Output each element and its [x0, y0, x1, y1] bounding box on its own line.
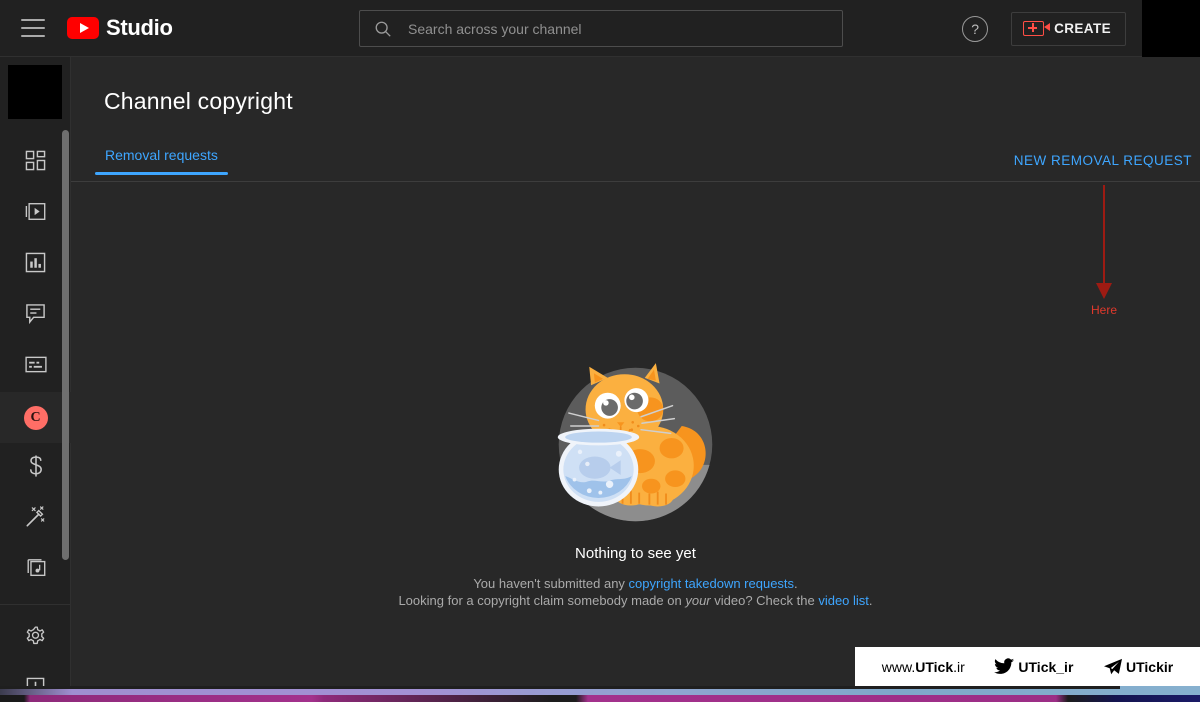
tab-label: Removal requests: [105, 147, 218, 163]
sidebar-item-customization[interactable]: [0, 494, 71, 545]
line2-prefix: Looking for a copyright claim somebody m…: [398, 593, 686, 608]
search-input[interactable]: [408, 20, 842, 37]
studio-brand[interactable]: Studio: [67, 15, 173, 41]
telegram-plane-icon: [1103, 658, 1123, 676]
sidebar-item-monetization[interactable]: [0, 443, 71, 494]
sidebar-item-content[interactable]: [0, 188, 71, 239]
copyright-c-icon: C: [23, 405, 48, 430]
bar-chart-icon: [25, 252, 46, 278]
video-list-link[interactable]: video list: [818, 593, 869, 608]
youtube-logo-icon: [67, 17, 99, 39]
taskbar-items-strip: [0, 695, 1200, 702]
annotation-arrow-head: [1096, 283, 1112, 299]
empty-state: Nothing to see yet You haven't submitted…: [71, 352, 1200, 609]
sidebar-item-dashboard[interactable]: [0, 137, 71, 188]
sidebar-item-copyright[interactable]: C: [0, 392, 71, 443]
play-square-icon: [25, 201, 47, 227]
sidebar-item-comments[interactable]: [0, 290, 71, 341]
empty-state-description: You haven't submitted any copyright take…: [398, 575, 872, 609]
sidebar-nav: C: [0, 137, 71, 702]
brand-name: Studio: [106, 15, 173, 40]
sidebar-item-settings[interactable]: [0, 613, 71, 664]
os-taskbar-strip: [0, 686, 1200, 702]
comment-bubble-icon: [25, 303, 46, 329]
annotation-arrow-line: [1103, 185, 1105, 285]
subtitles-icon: [24, 356, 47, 378]
top-bar-right-actions: ? CREATE: [962, 0, 1200, 58]
music-note-icon: [25, 557, 47, 584]
empty-state-line-2: Looking for a copyright claim somebody m…: [398, 592, 872, 609]
help-icon[interactable]: ?: [962, 15, 989, 42]
empty-state-line-1: You haven't submitted any copyright take…: [398, 575, 872, 592]
magic-wand-icon: [25, 506, 47, 533]
watermark-telegram: UTickir: [1103, 658, 1173, 676]
sidebar-item-subtitles[interactable]: [0, 341, 71, 392]
account-avatar[interactable]: [1142, 0, 1200, 58]
channel-avatar[interactable]: [8, 65, 62, 119]
annotation-label: Here: [1090, 303, 1117, 317]
twitter-bird-icon: [994, 657, 1015, 676]
cat-with-fishbowl-illustration: [557, 363, 713, 522]
sidebar-item-audio-library[interactable]: [0, 545, 71, 596]
hamburger-menu-icon[interactable]: [21, 19, 45, 37]
dashboard-grid-icon: [25, 150, 46, 176]
line2-emphasis: your: [685, 593, 711, 608]
tab-active-underline: [95, 172, 228, 175]
new-removal-request-button[interactable]: NEW REMOVAL REQUEST: [1006, 149, 1200, 172]
line2-mid: video? Check the: [710, 593, 819, 608]
sidebar-scrollbar-thumb[interactable]: [62, 130, 69, 560]
main-content: Channel copyright Removal requests NEW R…: [71, 57, 1200, 686]
tab-removal-requests[interactable]: Removal requests: [95, 147, 228, 175]
sidebar-divider: [0, 604, 71, 605]
watermark-site-prefix: www.: [881, 658, 916, 675]
watermark-bar: www. UTick .ir UTick_ir UTickir: [855, 647, 1200, 686]
gear-icon: [24, 625, 47, 653]
youtube-studio-window: Studio ? CREATE: [0, 0, 1200, 702]
line2-suffix: .: [868, 593, 873, 608]
sidebar: C: [0, 57, 71, 698]
watermark-telegram-handle: UTickir: [1125, 658, 1174, 675]
watermark-site-tld: .ir: [953, 658, 965, 675]
line1-prefix: You haven't submitted any: [473, 576, 629, 591]
dollar-sign-icon: [26, 454, 46, 483]
tabs-row: Removal requests NEW REMOVAL REQUEST: [71, 147, 1200, 182]
watermark-twitter-handle: UTick_ir: [1018, 658, 1074, 675]
watermark-twitter: UTick_ir: [994, 657, 1074, 676]
create-button-label: CREATE: [1054, 21, 1111, 36]
copyright-takedown-requests-link[interactable]: copyright takedown requests: [629, 576, 794, 591]
top-bar: Studio ? CREATE: [0, 0, 1200, 58]
watermark-site-name: UTick: [915, 658, 954, 675]
video-plus-icon: [1023, 21, 1051, 36]
empty-state-title: Nothing to see yet: [575, 545, 696, 562]
sidebar-item-analytics[interactable]: [0, 239, 71, 290]
watermark-website: www. UTick .ir: [882, 659, 965, 675]
taskbar-top-edge: [0, 686, 1120, 689]
search-icon: [374, 20, 392, 38]
search-bar[interactable]: [359, 10, 843, 47]
page-title: Channel copyright: [104, 88, 293, 114]
line1-suffix: .: [794, 576, 798, 591]
create-button[interactable]: CREATE: [1011, 11, 1126, 46]
